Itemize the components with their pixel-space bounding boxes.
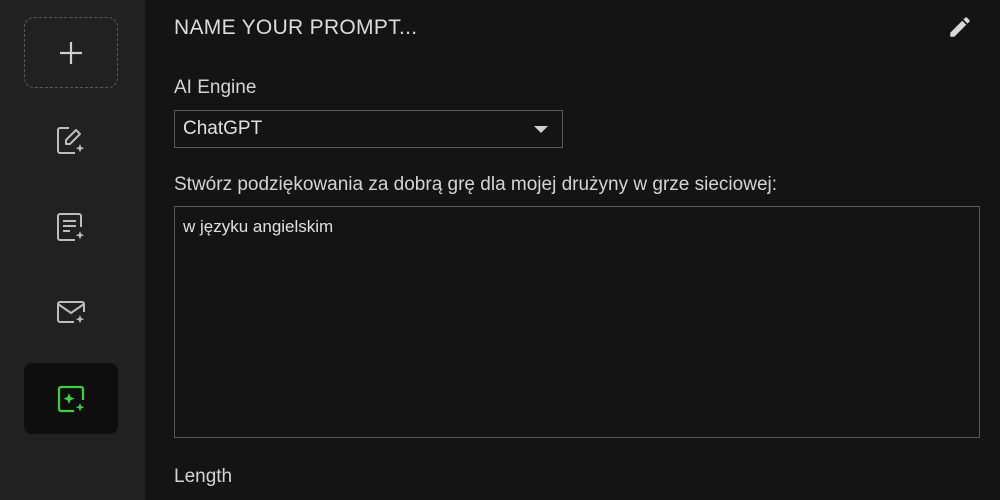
sidebar xyxy=(0,0,145,500)
sidebar-item-mail[interactable] xyxy=(24,276,118,347)
edit-name-button[interactable] xyxy=(945,12,975,42)
ai-engine-label: AI Engine xyxy=(174,77,257,98)
sidebar-item-image[interactable] xyxy=(24,363,118,434)
instruction-label: Stwórz podziękowania za dobrą grę dla mo… xyxy=(174,174,778,195)
prompt-editor: NAME YOUR PROMPT... AI Engine ChatGPT St… xyxy=(145,0,1000,500)
sidebar-item-edit[interactable] xyxy=(24,104,118,175)
plus-icon xyxy=(60,41,82,64)
length-label: Length xyxy=(174,466,233,487)
pencil-icon xyxy=(950,17,970,37)
sidebar-item-document[interactable] xyxy=(24,191,118,262)
dropdown-caret-icon xyxy=(534,126,548,133)
ai-engine-select[interactable]: ChatGPT xyxy=(174,110,563,148)
document-sparkle-icon xyxy=(57,212,85,241)
add-prompt-button[interactable] xyxy=(24,17,118,88)
pencil-sparkle-icon xyxy=(57,126,85,154)
prompt-name-field[interactable]: NAME YOUR PROMPT... xyxy=(174,16,417,40)
ai-engine-value: ChatGPT xyxy=(183,118,263,139)
instruction-textarea[interactable]: w języku angielskim xyxy=(174,206,980,438)
image-sparkle-icon xyxy=(57,385,85,412)
mail-sparkle-icon xyxy=(57,300,85,323)
app-window: NAME YOUR PROMPT... AI Engine ChatGPT St… xyxy=(0,0,1000,500)
